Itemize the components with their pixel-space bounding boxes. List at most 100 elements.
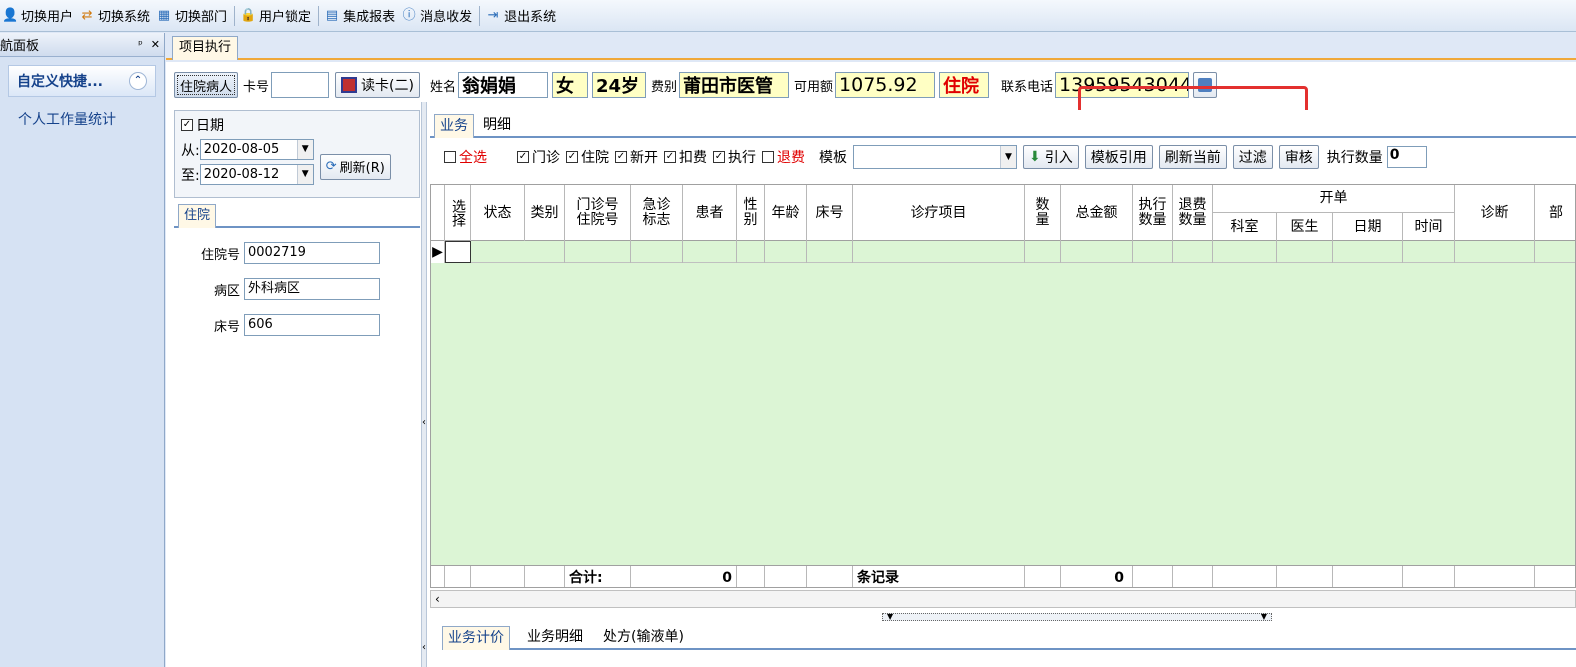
date-filter-panel: ✓ 日期 从: 2020-08-05 ▼ 至: 2020-08-12 ▼ ⟳ 刷… xyxy=(174,110,420,198)
refund-option[interactable]: 退费 xyxy=(762,147,805,167)
refresh-current-button[interactable]: 刷新当前 xyxy=(1158,145,1227,169)
tab-business-detail[interactable]: 业务明细 xyxy=(522,626,588,650)
inpatient-checkbox[interactable]: ✓ xyxy=(566,151,578,163)
table-cell xyxy=(765,241,807,263)
pin-icon[interactable]: ᵖ xyxy=(138,38,143,51)
from-date-picker[interactable]: 2020-08-05 ▼ xyxy=(199,139,314,160)
tab-inpatient[interactable]: 住院 xyxy=(178,204,217,228)
new-option[interactable]: ✓ 新开 xyxy=(615,147,658,167)
col-more[interactable]: 部 xyxy=(1535,185,1575,241)
refresh-button[interactable]: ⟳ 刷新(R) xyxy=(319,153,391,180)
collapse-left-icon[interactable]: ‹ xyxy=(421,417,427,428)
read-card-button[interactable]: 读卡(二) xyxy=(335,72,420,98)
col-time[interactable]: 时间 xyxy=(1403,213,1455,241)
outpatient-checkbox[interactable]: ✓ xyxy=(517,151,529,163)
user-lock-icon: 🔒 xyxy=(240,7,257,23)
col-sex[interactable]: 性别 xyxy=(737,185,765,241)
close-icon[interactable]: ✕ xyxy=(151,38,160,51)
navigation-pane: 航面板 ᵖ ✕ 自定义快捷... ⌃ 个人工作量统计 xyxy=(0,33,165,667)
message-button[interactable]: ⓘ 消息收发 xyxy=(399,4,476,28)
pane-resize-handle[interactable]: ▼ ▼ xyxy=(882,613,1272,621)
row-select-cell[interactable] xyxy=(445,241,471,263)
switch-user-icon: 👤 xyxy=(2,7,19,23)
table-cell xyxy=(1025,241,1061,263)
switch-department-button[interactable]: ▦ 切换部门 xyxy=(154,4,231,28)
switch-user-button[interactable]: 👤 切换用户 xyxy=(0,4,77,28)
nav-item-personal-workload[interactable]: 个人工作量统计 xyxy=(8,109,156,129)
horizontal-scrollbar[interactable]: ‹ xyxy=(430,590,1576,608)
template-select[interactable]: ▼ xyxy=(853,145,1017,169)
chevron-down-icon[interactable]: ▼ xyxy=(296,165,313,184)
from-label: 从: xyxy=(181,142,200,159)
toolbar-separator xyxy=(479,5,481,26)
exit-button[interactable]: ⇥ 退出系统 xyxy=(483,4,560,28)
col-refund-qty[interactable]: 退费数量 xyxy=(1173,185,1213,241)
to-date-picker[interactable]: 2020-08-12 ▼ xyxy=(199,164,314,185)
col-patient[interactable]: 患者 xyxy=(683,185,737,241)
col-age[interactable]: 年龄 xyxy=(765,185,807,241)
select-all-checkbox[interactable] xyxy=(444,151,456,163)
collapse-icon[interactable]: ⌃ xyxy=(129,72,147,90)
ward-field[interactable]: 外科病区 xyxy=(244,278,380,300)
col-bed[interactable]: 床号 xyxy=(807,185,853,241)
date-checkbox-row[interactable]: ✓ 日期 xyxy=(181,115,413,135)
col-total[interactable]: 总金额 xyxy=(1061,185,1133,241)
tab-business-pricing[interactable]: 业务计价 xyxy=(442,626,510,650)
template-ref-button[interactable]: 模板引用 xyxy=(1084,145,1153,169)
col-emergency[interactable]: 急诊标志 xyxy=(631,185,683,241)
execute-option[interactable]: ✓ 执行 xyxy=(713,147,756,167)
chevron-down-icon[interactable]: ▼ xyxy=(296,140,313,159)
outpatient-option[interactable]: ✓ 门诊 xyxy=(517,147,560,167)
refresh-icon: ⟳ xyxy=(325,159,337,174)
collapse-left-icon[interactable]: ‹ xyxy=(421,642,427,653)
card-number-input[interactable] xyxy=(271,72,330,98)
nav-group-header[interactable]: 自定义快捷... ⌃ xyxy=(8,65,156,97)
switch-system-button[interactable]: ⇄ 切换系统 xyxy=(77,4,154,28)
col-date[interactable]: 日期 xyxy=(1333,213,1403,241)
audit-button[interactable]: 审核 xyxy=(1278,145,1319,169)
execute-checkbox[interactable]: ✓ xyxy=(713,151,725,163)
tab-business[interactable]: 业务 xyxy=(434,114,474,138)
import-button[interactable]: ⬇ 引入 xyxy=(1023,145,1079,169)
select-all-option[interactable]: 全选 xyxy=(444,147,487,167)
col-item[interactable]: 诊疗项目 xyxy=(853,185,1025,241)
scroll-left-icon[interactable]: ‹ xyxy=(435,591,440,607)
footer-cell xyxy=(1403,566,1455,587)
col-dept[interactable]: 科室 xyxy=(1213,213,1277,241)
col-exec-qty[interactable]: 执行数量 xyxy=(1133,185,1173,241)
table-cell xyxy=(1455,241,1535,263)
inpatient-option[interactable]: ✓ 住院 xyxy=(566,147,609,167)
table-row[interactable]: ▶ xyxy=(431,241,1575,263)
new-checkbox[interactable]: ✓ xyxy=(615,151,627,163)
row-pointer-icon: ▶ xyxy=(431,241,445,263)
bed-field[interactable]: 606 xyxy=(244,314,380,336)
filter-button[interactable]: 过滤 xyxy=(1232,145,1273,169)
user-lock-button[interactable]: 🔒 用户锁定 xyxy=(238,4,315,28)
col-doctor[interactable]: 医生 xyxy=(1277,213,1333,241)
exec-qty-input[interactable]: 0 xyxy=(1386,146,1427,168)
vertical-splitter[interactable]: ‹ ‹ xyxy=(421,102,427,667)
date-checkbox[interactable]: ✓ xyxy=(181,119,193,131)
col-qty[interactable]: 数量 xyxy=(1025,185,1061,241)
col-status[interactable]: 状态 xyxy=(471,185,525,241)
deduct-checkbox[interactable]: ✓ xyxy=(664,151,676,163)
col-category[interactable]: 类别 xyxy=(525,185,565,241)
col-select[interactable]: 选择 xyxy=(445,185,471,241)
tab-prescription[interactable]: 处方(输液单) xyxy=(598,626,689,650)
phone-label: 联系电话 xyxy=(1001,79,1054,95)
business-grid: 选择 状态 类别 门诊号住院号 急诊标志 患者 性别 年龄 床号 诊疗项目 数量… xyxy=(430,184,1576,588)
patient-gender-field: 女 xyxy=(551,72,588,98)
deduct-option[interactable]: ✓ 扣费 xyxy=(664,147,707,167)
col-diagnosis[interactable]: 诊断 xyxy=(1455,185,1535,241)
tab-project-execution[interactable]: 项目执行 xyxy=(172,36,239,60)
report-button[interactable]: ▤ 集成报表 xyxy=(322,4,399,28)
inpatient-mode-button[interactable]: 住院病人 xyxy=(174,72,239,98)
phone-lookup-button[interactable] xyxy=(1193,72,1218,98)
chevron-down-icon[interactable]: ▼ xyxy=(1000,146,1016,168)
col-visit-no[interactable]: 门诊号住院号 xyxy=(565,185,631,241)
inpatient-number-field[interactable]: 0002719 xyxy=(244,242,380,264)
table-cell xyxy=(853,241,1025,263)
refund-checkbox[interactable] xyxy=(762,151,774,163)
switch-system-icon: ⇄ xyxy=(81,7,93,23)
tab-detail[interactable]: 明细 xyxy=(478,114,516,138)
